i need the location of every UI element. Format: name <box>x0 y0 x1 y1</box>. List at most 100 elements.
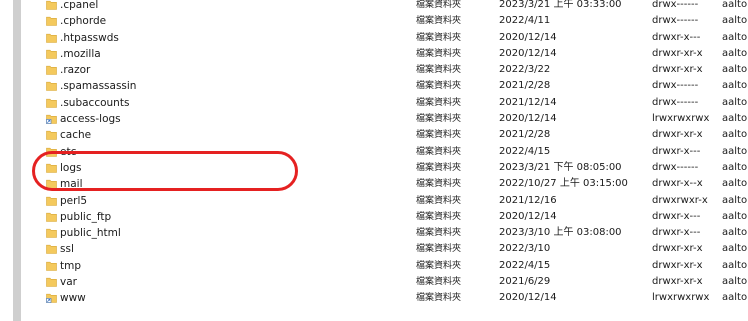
file-type: 檔案資料夾 <box>416 97 462 108</box>
navigation-pane-edge <box>0 0 38 321</box>
file-name: ssl <box>60 243 74 256</box>
file-row[interactable]: perl5 檔案資料夾 2021/12/16 drwxrwxr-x aalto <box>44 193 748 209</box>
file-modified: 2022/4/15 <box>499 259 551 271</box>
file-type: 檔案資料夾 <box>416 211 462 222</box>
file-owner: aalto <box>722 64 748 76</box>
file-type: 檔案資料夾 <box>416 260 462 271</box>
file-permissions: drwx------ <box>652 80 699 92</box>
file-owner: aalto <box>722 178 748 190</box>
file-owner: aalto <box>722 80 748 92</box>
file-permissions: drwx------ <box>652 15 699 27</box>
file-owner: aalto <box>722 0 748 10</box>
folder-icon <box>46 0 57 10</box>
file-permissions: drwxr-x--- <box>652 145 701 157</box>
pane-scrollbar[interactable] <box>13 0 21 321</box>
file-owner: aalto <box>722 210 748 222</box>
folder-icon <box>46 196 57 206</box>
file-permissions: drwxr-xr-x <box>652 259 703 271</box>
file-name: .mozilla <box>60 47 101 60</box>
file-modified: 2022/3/22 <box>499 64 551 76</box>
symlink-folder-icon <box>46 293 57 304</box>
file-type: 檔案資料夾 <box>416 0 462 10</box>
file-name: public_html <box>60 227 121 240</box>
folder-icon <box>46 130 57 141</box>
file-owner: aalto <box>722 129 748 141</box>
file-type: 檔案資料夾 <box>416 81 462 92</box>
file-row[interactable]: mail 檔案資料夾 2022/10/27 上午 03:15:00 drwxr-x--… <box>44 176 748 192</box>
file-modified: 2023/3/21 上午 03:33:00 <box>499 0 622 10</box>
file-row[interactable]: .razor 檔案資料夾 2022/3/22 drwxr-xr-x aalto <box>44 62 748 78</box>
file-name: public_ftp <box>60 210 112 223</box>
file-owner: aalto <box>722 113 748 125</box>
file-row[interactable]: tmp 檔案資料夾 2022/4/15 drwxr-xr-x aalto <box>44 258 748 274</box>
file-modified: 2023/3/10 上午 03:08:00 <box>499 227 622 239</box>
file-owner: aalto <box>722 31 748 43</box>
file-type: 檔案資料夾 <box>416 244 462 255</box>
file-type: 檔案資料夾 <box>416 32 462 43</box>
file-row[interactable]: logs 檔案資料夾 2023/3/21 下午 08:05:00 drwx------… <box>44 160 748 176</box>
file-row[interactable]: .spamassassin 檔案資料夾 2021/2/28 drwx------ aal… <box>44 78 748 94</box>
folder-icon <box>46 147 57 157</box>
file-row[interactable]: .htpasswds 檔案資料夾 2020/12/14 drwxr-x--- aalto <box>44 30 748 46</box>
file-owner: aalto <box>722 276 748 288</box>
file-modified: 2022/3/10 <box>499 243 551 255</box>
file-owner: aalto <box>722 145 748 157</box>
file-row[interactable]: www 檔案資料夾 2020/12/14 lrwxrwxrwx aalto <box>44 290 748 306</box>
file-type: 檔案資料夾 <box>416 130 462 141</box>
file-permissions: drwxr-xr-x <box>652 243 703 255</box>
folder-icon <box>46 163 57 173</box>
file-row[interactable]: public_ftp 檔案資料夾 2020/12/14 drwxr-x--- aalto <box>44 209 748 225</box>
file-row[interactable]: access-logs 檔案資料夾 2020/12/14 lrwxrwxrwx aalt… <box>44 111 748 127</box>
file-permissions: drwxr-xr-x <box>652 47 703 59</box>
file-owner: aalto <box>722 194 748 206</box>
file-name: tmp <box>60 259 82 272</box>
file-name: etc <box>60 145 77 158</box>
file-row[interactable]: public_html 檔案資料夾 2023/3/10 上午 03:08:00 drw… <box>44 225 748 241</box>
folder-icon <box>46 212 57 222</box>
folder-icon <box>46 65 57 75</box>
file-row[interactable]: .cpanel 檔案資料夾 2023/3/21 上午 03:33:00 drwx---… <box>44 0 748 13</box>
file-permissions: drwxrwxr-x <box>652 194 708 206</box>
file-permissions: drwxr-xr-x <box>652 276 703 288</box>
file-owner: aalto <box>722 227 748 239</box>
file-owner: aalto <box>722 47 748 59</box>
file-name: .htpasswds <box>60 31 119 44</box>
folder-icon <box>46 244 57 255</box>
file-permissions: drwxr-xr-x <box>652 129 703 141</box>
file-owner: aalto <box>722 243 748 255</box>
file-permissions: lrwxrwxrwx <box>652 292 710 304</box>
file-modified: 2022/4/11 <box>499 15 551 27</box>
file-permissions: lrwxrwxrwx <box>652 113 710 125</box>
folder-icon <box>46 261 57 271</box>
file-row[interactable]: var 檔案資料夾 2021/6/29 drwxr-xr-x aalto <box>44 274 748 290</box>
file-type: 檔案資料夾 <box>416 162 462 173</box>
file-modified: 2021/6/29 <box>499 276 551 288</box>
file-owner: aalto <box>722 96 748 108</box>
file-modified: 2022/10/27 上午 03:15:00 <box>499 178 628 190</box>
file-type: 檔案資料夾 <box>416 179 462 190</box>
file-row[interactable]: .cphorde 檔案資料夾 2022/4/11 drwx------ aalto <box>44 13 748 29</box>
folder-icon <box>46 228 57 238</box>
file-permissions: drwxr-x--- <box>652 31 701 43</box>
file-permissions: drwxr-x--x <box>652 178 703 190</box>
file-row[interactable]: .mozilla 檔案資料夾 2020/12/14 drwxr-xr-x aalto <box>44 46 748 62</box>
file-row[interactable]: cache 檔案資料夾 2021/2/28 drwxr-xr-x aalto <box>44 127 748 143</box>
file-permissions: drwx------ <box>652 0 699 10</box>
file-owner: aalto <box>722 259 748 271</box>
file-name: .spamassassin <box>60 80 137 93</box>
file-permissions: drwx------ <box>652 161 699 173</box>
folder-icon <box>46 277 57 287</box>
file-type: 檔案資料夾 <box>416 48 462 59</box>
file-modified: 2021/2/28 <box>499 80 551 92</box>
file-row[interactable]: etc 檔案資料夾 2022/4/15 drwxr-x--- aalto <box>44 144 748 160</box>
file-modified: 2021/12/16 <box>499 194 557 206</box>
file-name: perl5 <box>60 194 88 207</box>
file-row[interactable]: .subaccounts 檔案資料夾 2021/12/14 drwx------ aal… <box>44 95 748 111</box>
file-type: 檔案資料夾 <box>416 16 462 27</box>
file-type: 檔案資料夾 <box>416 65 462 76</box>
file-row[interactable]: ssl 檔案資料夾 2022/3/10 drwxr-xr-x aalto <box>44 241 748 257</box>
file-name: logs <box>60 161 82 174</box>
file-owner: aalto <box>722 161 748 173</box>
folder-icon <box>46 81 57 92</box>
file-type: 檔案資料夾 <box>416 195 462 206</box>
